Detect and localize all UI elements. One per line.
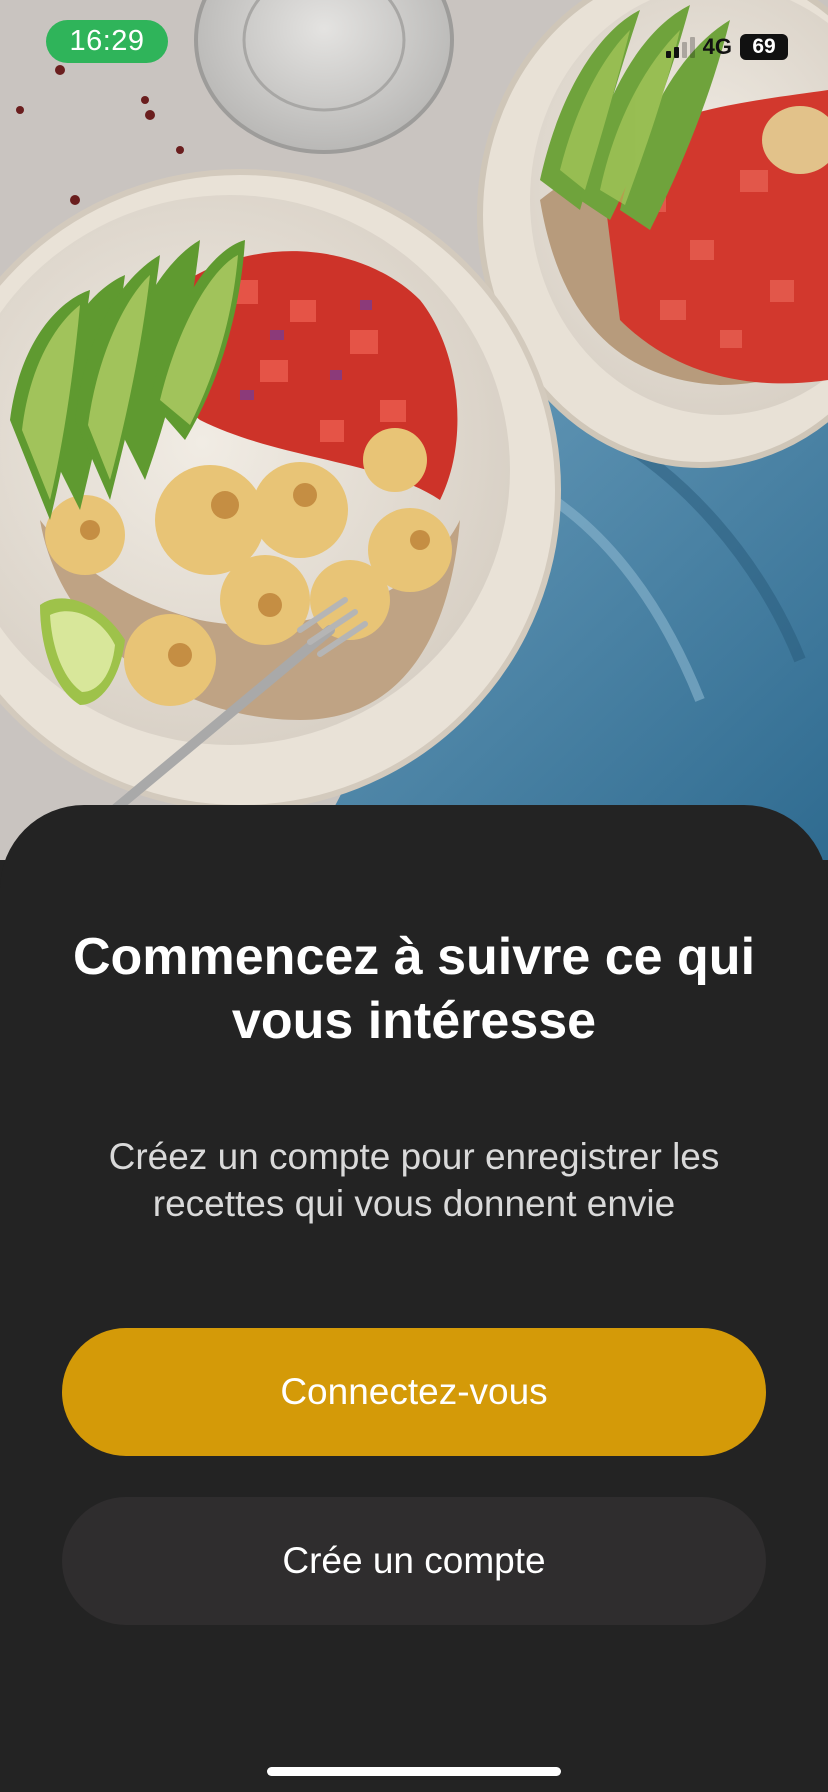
- battery-icon: 69: [740, 34, 788, 60]
- status-time: 16:29: [46, 20, 168, 63]
- onboarding-screen: 16:29 4G 69 Commencez à suivre ce qui vo…: [0, 0, 828, 1792]
- hero-food-image: [0, 0, 828, 860]
- bottom-sheet: Commencez à suivre ce qui vous intéresse…: [0, 805, 828, 1792]
- create-account-button[interactable]: Crée un compte: [62, 1497, 766, 1625]
- status-bar-right: 4G 69: [665, 34, 788, 60]
- login-button[interactable]: Connectez-vous: [62, 1328, 766, 1456]
- signal-icon: [665, 36, 695, 58]
- network-type: 4G: [702, 34, 732, 59]
- sheet-subtitle: Créez un compte pour enregistrer les rec…: [108, 1136, 720, 1224]
- sheet-title: Commencez à suivre ce qui vous intéresse: [72, 928, 756, 1050]
- home-indicator[interactable]: [267, 1767, 561, 1776]
